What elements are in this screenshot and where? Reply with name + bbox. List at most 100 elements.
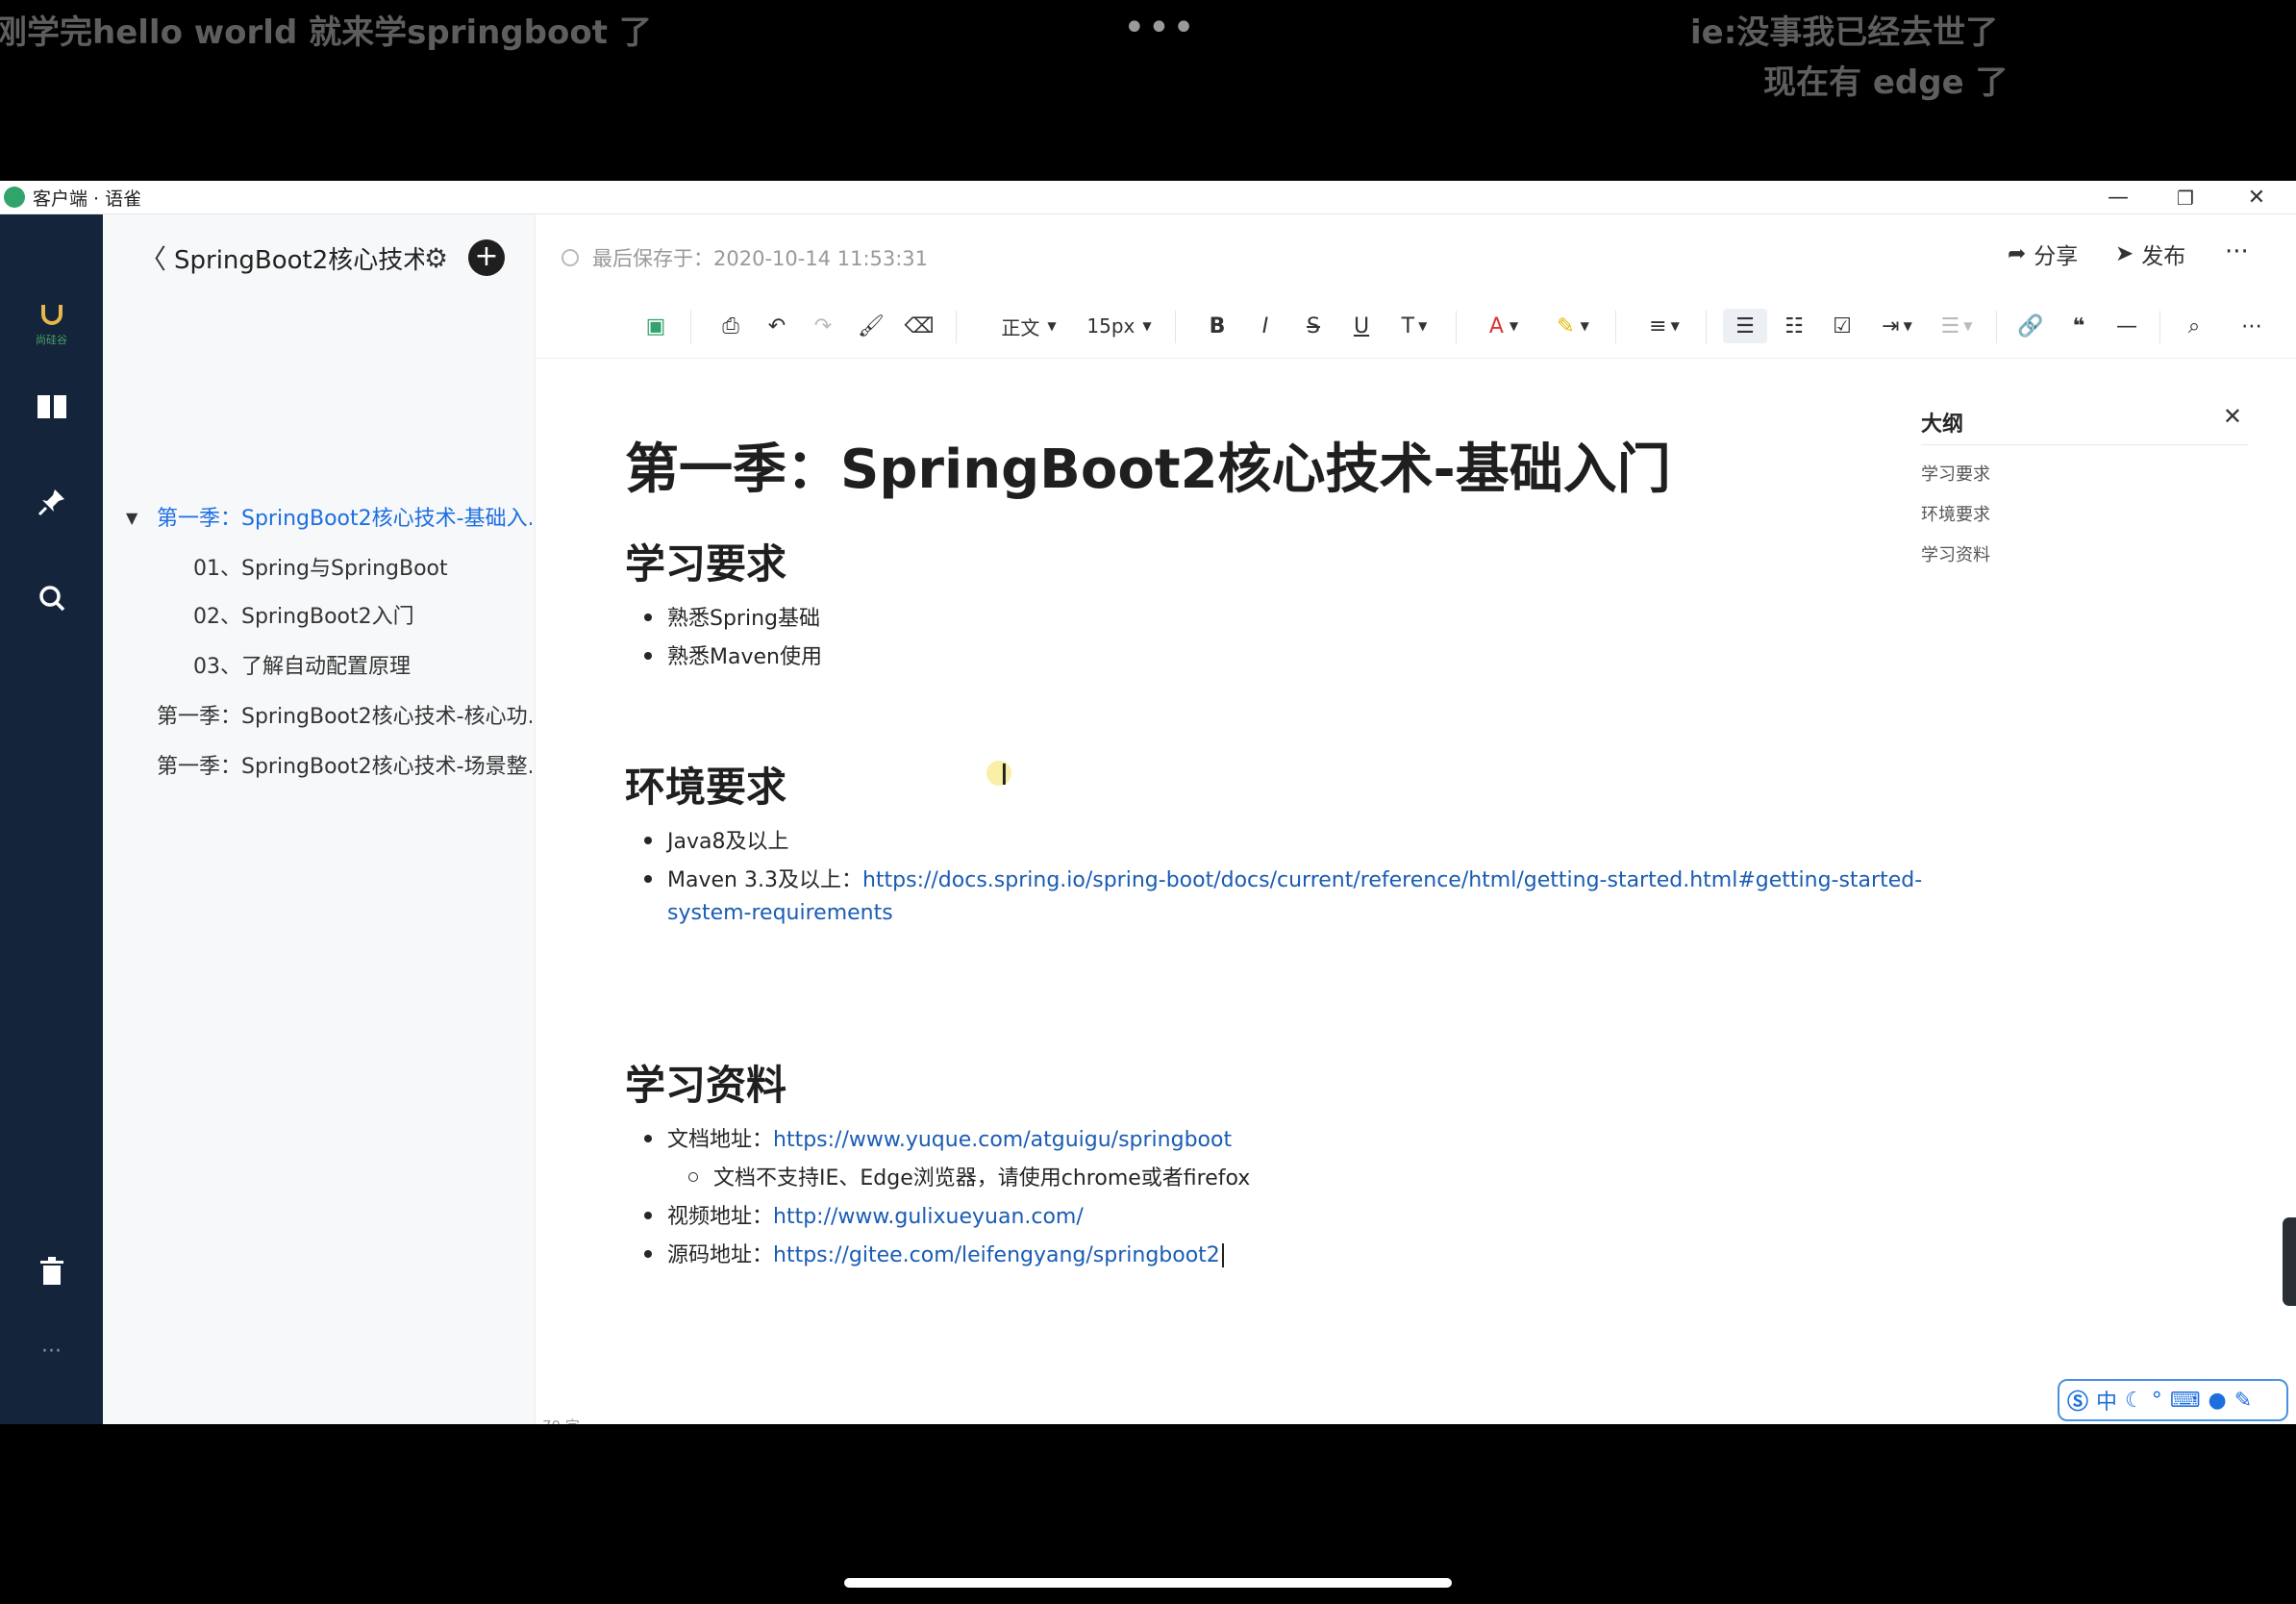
insert-icon[interactable]: ▣	[638, 309, 673, 343]
link-icon[interactable]: 🔗	[2013, 309, 2048, 343]
font-size-select[interactable]: 15px ▼	[1081, 309, 1158, 343]
list-item: 视频地址：http://www.gulixueyuan.com/	[625, 1199, 1084, 1230]
list-item: 文档地址：https://www.yuque.com/atguigu/sprin…	[625, 1122, 1232, 1153]
align-icon[interactable]: ≡ ▼	[1640, 309, 1688, 343]
quote-icon[interactable]: ❝	[2061, 309, 2096, 343]
wrench-icon[interactable]: ✎	[2234, 1389, 2252, 1413]
publish-button[interactable]: ➤ 发布	[2115, 238, 2185, 270]
tree-item-0[interactable]: 第一季：SpringBoot2核心技术-基础入...	[157, 501, 532, 532]
find-icon[interactable]: ⌕	[2177, 309, 2211, 343]
outline-item[interactable]: 学习要求	[1921, 461, 2248, 486]
source-link[interactable]: https://gitee.com/leifengyang/springboot…	[773, 1243, 1220, 1267]
editor-more-button[interactable]: ···	[2225, 238, 2249, 266]
pin-icon[interactable]	[0, 488, 103, 516]
save-status-text: 最后保存于：2020-10-14 11:53:31	[592, 247, 929, 270]
bold-icon[interactable]: B	[1200, 309, 1235, 343]
share-icon: ➦	[2008, 241, 2027, 266]
tree-item-1[interactable]: 01、Spring与SpringBoot	[193, 551, 448, 582]
list-item: Maven 3.3及以上：https://docs.spring.io/spri…	[625, 863, 1922, 893]
tree-item-5[interactable]: 第一季：SpringBoot2核心技术-场景整...	[157, 749, 532, 780]
danmaku-left: 刚学完hello world 就来学springboot 了	[0, 13, 652, 52]
window-title: 客户端 · 语雀	[33, 188, 142, 210]
italic-icon[interactable]: I	[1248, 309, 1283, 343]
clock-icon	[562, 249, 579, 266]
danmaku-right-1: ie:没事我已经去世了	[1690, 13, 1999, 52]
highlight-icon[interactable]: ✎ ▼	[1546, 309, 1600, 343]
redo-icon[interactable]: ↷	[806, 309, 840, 343]
text-style-icon[interactable]: T ▼	[1390, 309, 1438, 343]
doc-title: 第一季：SpringBoot2核心技术-基础入门	[625, 439, 1671, 501]
yuque-link[interactable]: https://www.yuque.com/atguigu/springboot	[773, 1128, 1232, 1152]
close-button[interactable]: ✕	[2223, 181, 2290, 214]
spring-docs-link[interactable]: https://docs.spring.io/spring-boot/docs/…	[862, 868, 1922, 892]
paragraph-select-value: 正文	[1001, 315, 1040, 339]
checklist-icon[interactable]: ☑	[1825, 309, 1859, 343]
search-icon[interactable]	[0, 584, 103, 613]
outline-panel: 大纲 ✕ 学习要求 环境要求 学习资料	[1921, 403, 2248, 566]
trash-icon[interactable]	[0, 1257, 103, 1286]
bullet-list-icon[interactable]: ☰	[1723, 309, 1767, 343]
save-icon[interactable]: ⎙	[713, 309, 748, 343]
share-button[interactable]: ➦ 分享	[2008, 238, 2078, 270]
expand-caret-icon[interactable]: ▼	[126, 509, 137, 527]
publish-label: 发布	[2141, 244, 2186, 269]
ime-toolbar[interactable]: Ⓢ 中 ☾ ° ⌨ ● ✎	[2058, 1379, 2288, 1421]
heading-materials: 学习资料	[625, 1062, 787, 1109]
format-painter-icon[interactable]: 🖌	[854, 309, 888, 343]
moon-icon[interactable]: ☾	[2125, 1389, 2144, 1413]
ime-mode[interactable]: 中	[2096, 1385, 2117, 1416]
outline-item[interactable]: 学习资料	[1921, 541, 2248, 566]
doc-tree-sidebar: 〈 SpringBoot2核心技术... ⚙ + ▼ 第一季：SpringBoo…	[103, 214, 536, 1424]
clear-format-icon[interactable]: ⌫	[902, 309, 936, 343]
underline-icon[interactable]: U	[1344, 309, 1379, 343]
video-link[interactable]: http://www.gulixueyuan.com/	[773, 1205, 1084, 1229]
list-item: Java8及以上	[625, 824, 788, 855]
outline-item[interactable]: 环境要求	[1921, 501, 2248, 526]
restore-button[interactable]: ❐	[2152, 181, 2219, 214]
org-logo-icon[interactable]: 尚硅谷	[0, 303, 103, 347]
tree-header: 〈 SpringBoot2核心技术... ⚙ +	[139, 232, 524, 284]
ordered-list-icon[interactable]: ☷	[1777, 309, 1811, 343]
book-icon[interactable]	[0, 393, 103, 420]
back-icon[interactable]: 〈	[139, 238, 174, 277]
tree-item-2[interactable]: 02、SpringBoot2入门	[193, 599, 414, 630]
book-title[interactable]: SpringBoot2核心技术...	[174, 240, 424, 276]
text-caret: ​	[1221, 1243, 1224, 1267]
list-item: 熟悉Maven使用	[625, 639, 822, 670]
ime-logo-icon: Ⓢ	[2067, 1391, 2089, 1415]
strikethrough-icon[interactable]: S	[1296, 309, 1331, 343]
format-toolbar: ▣ ⎙ ↶ ↷ 🖌 ⌫ 正文 ▼ 15px ▼ B I S U T ▼ A ▼ ✎ ▼ ≡…	[537, 295, 2296, 359]
toolbar-more-icon[interactable]: ⋯	[2234, 309, 2269, 343]
keyboard-icon[interactable]: ⌨	[2170, 1389, 2201, 1413]
ibeam-cursor-icon: I	[1000, 759, 1009, 792]
more-dots-icon[interactable]: •••	[1123, 6, 1197, 50]
spring-docs-link-cont[interactable]: system-requirements	[667, 901, 893, 925]
word-count: 70 字	[542, 1416, 580, 1424]
share-label: 分享	[2034, 244, 2079, 269]
list-item: 源码地址：https://gitee.com/leifengyang/sprin…	[625, 1238, 1224, 1268]
undo-icon[interactable]: ↶	[760, 309, 794, 343]
add-doc-button[interactable]: +	[468, 239, 505, 276]
rail-more-icon[interactable]: ···	[0, 1340, 103, 1364]
indent-icon[interactable]: ⇥ ▼	[1873, 309, 1921, 343]
title-bar: 客户端 · 语雀 — ❐ ✕	[0, 181, 2296, 214]
minimize-button[interactable]: —	[2084, 181, 2152, 214]
tree-item-3[interactable]: 03、了解自动配置原理	[193, 649, 411, 680]
punct-icon[interactable]: °	[2152, 1389, 2162, 1413]
tree-item-4[interactable]: 第一季：SpringBoot2核心技术-核心功...	[157, 699, 532, 730]
save-status: 最后保存于：2020-10-14 11:53:31	[562, 243, 928, 272]
line-height-icon[interactable]: ☰ ▼	[1933, 309, 1981, 343]
outline-close-icon[interactable]: ✕	[2223, 403, 2242, 430]
home-indicator[interactable]	[844, 1578, 1452, 1588]
list-item: 熟悉Spring基础	[625, 601, 820, 632]
gear-icon[interactable]: ⚙	[424, 242, 468, 274]
scrollbar-thumb[interactable]	[2283, 1217, 2296, 1306]
user-icon[interactable]: ●	[2209, 1389, 2227, 1413]
editor-area: 最后保存于：2020-10-14 11:53:31 ➦ 分享 ➤ 发布 ··· …	[537, 214, 2296, 1424]
paragraph-select[interactable]: 正文 ▼	[990, 309, 1067, 343]
sub-list-item: 文档不支持IE、Edge浏览器，请使用chrome或者firefox	[625, 1161, 1250, 1191]
font-color-icon[interactable]: A ▼	[1477, 309, 1531, 343]
nav-rail: 尚硅谷 ···	[0, 214, 103, 1424]
divider-icon[interactable]: —	[2109, 309, 2144, 343]
app-logo-icon	[4, 187, 25, 208]
